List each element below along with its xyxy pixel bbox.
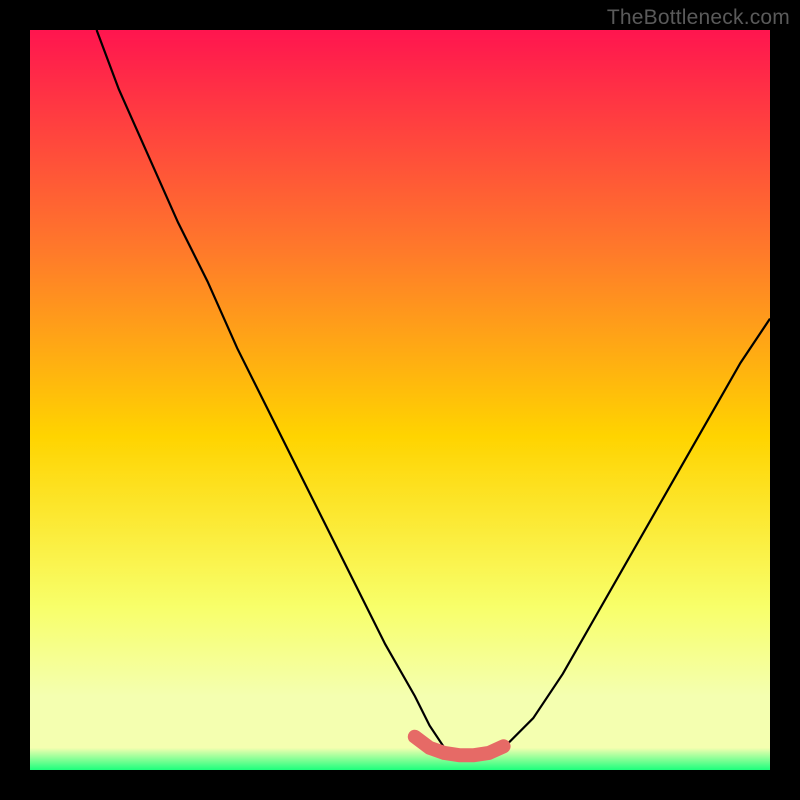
chart-svg	[30, 30, 770, 770]
watermark-label: TheBottleneck.com	[607, 6, 790, 30]
chart-frame: TheBottleneck.com	[0, 0, 800, 800]
plot-area	[30, 30, 770, 770]
